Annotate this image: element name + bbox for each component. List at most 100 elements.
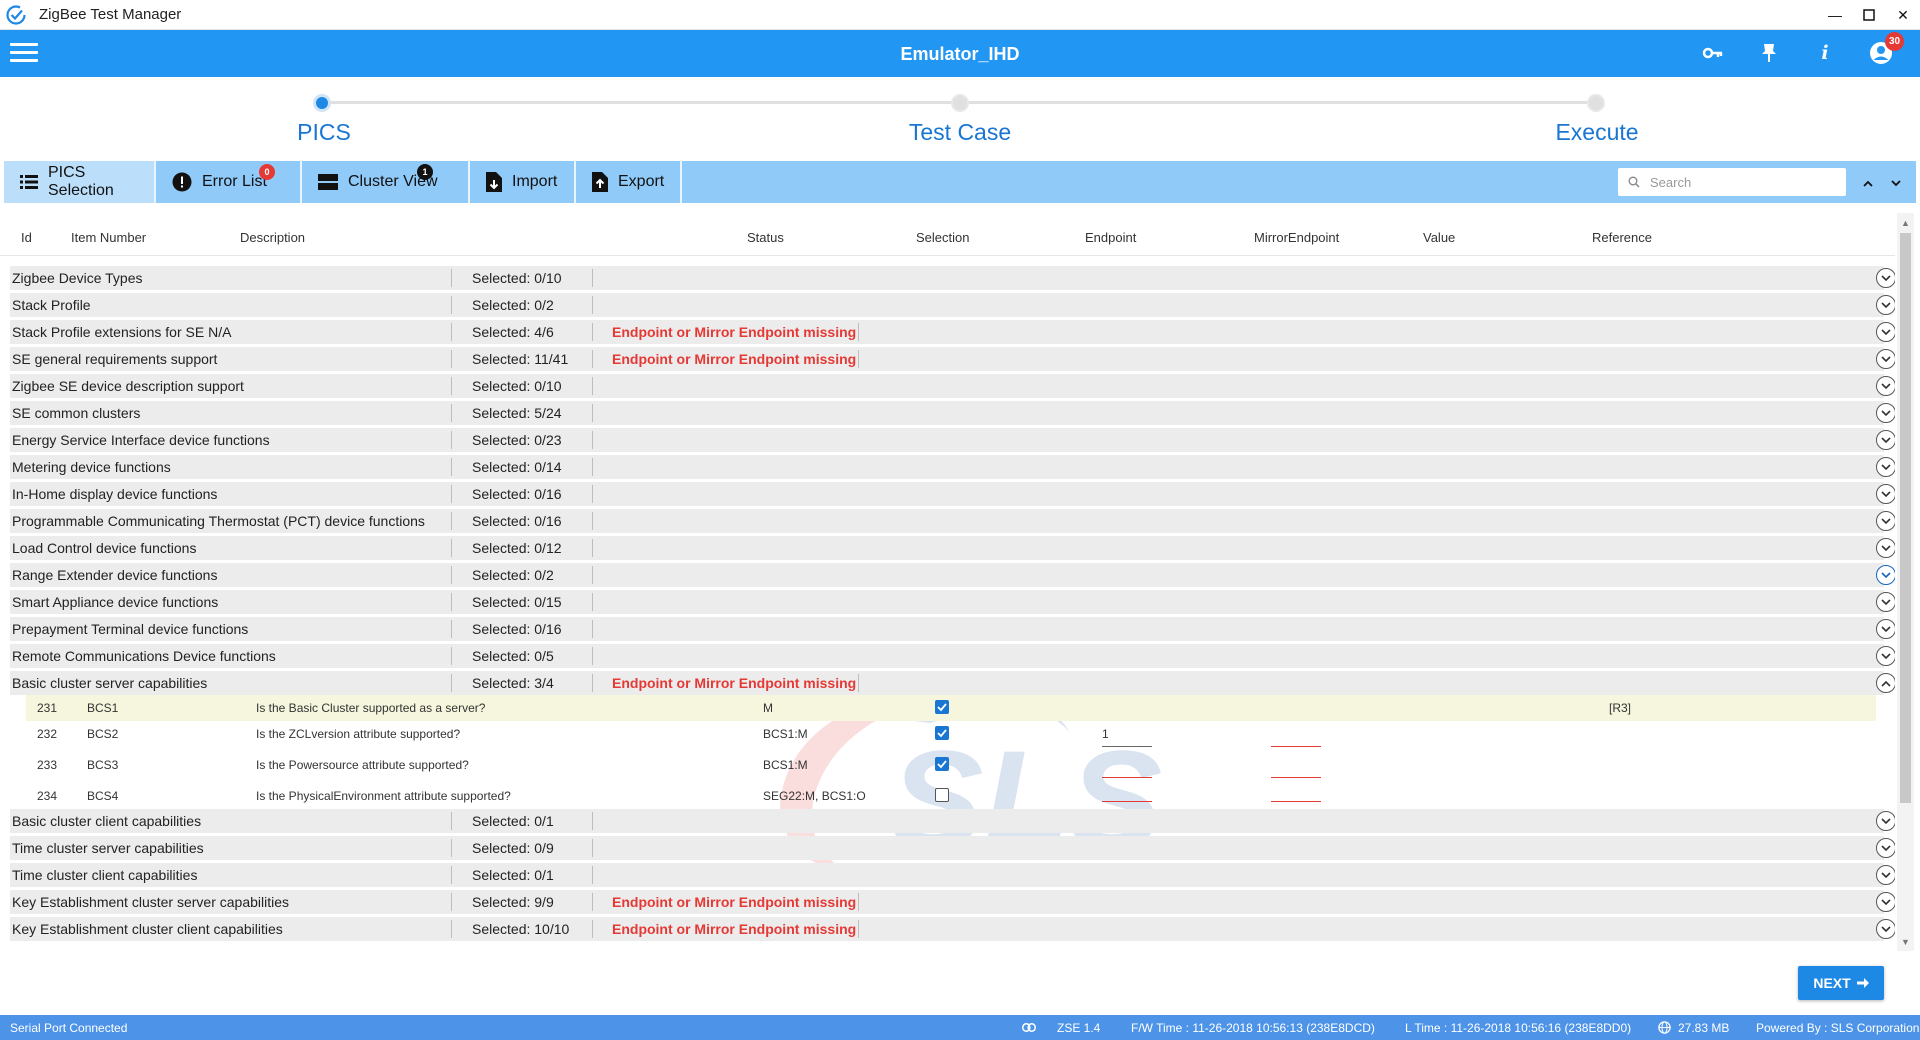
step-dot-test-case[interactable]: [951, 94, 969, 112]
pin-icon[interactable]: [1756, 40, 1782, 66]
group-row[interactable]: Basic cluster server capabilities Selecte…: [10, 671, 1895, 695]
unchecked-checkbox[interactable]: [935, 788, 949, 802]
expand-chevron-down-icon[interactable]: [1876, 811, 1895, 831]
group-row[interactable]: Smart Appliance device functions Selected…: [10, 590, 1895, 614]
expand-chevron-down-icon[interactable]: [1876, 865, 1895, 885]
expand-chevron-down-icon[interactable]: [1876, 838, 1895, 858]
expand-chevron-down-icon[interactable]: [1876, 430, 1895, 450]
expand-chevron-down-icon[interactable]: [1876, 484, 1895, 504]
next-button[interactable]: NEXT: [1798, 966, 1884, 1000]
expand-chevron-down-icon[interactable]: [1876, 565, 1895, 585]
expand-chevron-down-icon[interactable]: [1876, 268, 1895, 288]
table-scrollbar[interactable]: ▲ ▼: [1897, 213, 1914, 951]
column-divider: [592, 296, 593, 314]
group-row[interactable]: Remote Communications Device functions Se…: [10, 644, 1895, 668]
expand-chevron-down-icon[interactable]: [1876, 592, 1895, 612]
column-description[interactable]: Description: [240, 230, 305, 245]
scroll-down-arrow-icon[interactable]: ▼: [1897, 933, 1914, 950]
column-endpoint[interactable]: Endpoint: [1085, 230, 1136, 245]
scroll-thumb[interactable]: [1900, 233, 1911, 803]
step-label-execute[interactable]: Execute: [1555, 119, 1638, 146]
step-label-test-case[interactable]: Test Case: [909, 119, 1011, 146]
group-row[interactable]: Metering device functions Selected: 0/14: [10, 455, 1895, 479]
search-input[interactable]: [1650, 174, 1830, 190]
group-row[interactable]: SE common clusters Selected: 5/24: [10, 401, 1895, 425]
column-divider: [592, 512, 593, 530]
endpoint-input[interactable]: 1: [1102, 727, 1109, 741]
maximize-button[interactable]: [1852, 0, 1886, 30]
pics-item-row[interactable]: 232 BCS2 Is the ZCLversion attribute suppo…: [26, 721, 1876, 752]
mirror-endpoint-underline[interactable]: [1271, 777, 1321, 778]
step-dot-execute[interactable]: [1587, 94, 1605, 112]
group-row[interactable]: Zigbee Device Types Selected: 0/10: [10, 266, 1895, 290]
group-row[interactable]: Key Establishment cluster server capabil…: [10, 890, 1895, 914]
mirror-endpoint-underline[interactable]: [1271, 801, 1321, 802]
step-label-pics[interactable]: PICS: [297, 119, 351, 146]
group-row[interactable]: Prepayment Terminal device functions Sele…: [10, 617, 1895, 641]
column-item-number[interactable]: Item Number: [71, 230, 146, 245]
expand-chevron-down-icon[interactable]: [1876, 403, 1895, 423]
pics-item-row[interactable]: 233 BCS3 Is the Powersource attribute supp…: [26, 752, 1876, 783]
group-row[interactable]: Time cluster client capabilities Selected…: [10, 863, 1895, 887]
column-reference[interactable]: Reference: [1592, 230, 1652, 245]
group-row[interactable]: Energy Service Interface device function…: [10, 428, 1895, 452]
group-row[interactable]: Time cluster server capabilities Selected…: [10, 836, 1895, 860]
account-icon[interactable]: 30: [1868, 32, 1904, 66]
expand-chevron-down-icon[interactable]: [1876, 619, 1895, 639]
expand-chevron-down-icon[interactable]: [1876, 919, 1895, 939]
search-box[interactable]: [1618, 168, 1846, 196]
expand-chevron-down-icon[interactable]: [1876, 376, 1895, 396]
column-status[interactable]: Status: [747, 230, 784, 245]
scroll-up-arrow-icon[interactable]: ▲: [1897, 214, 1914, 231]
column-divider: [451, 512, 452, 530]
column-mirror-endpoint[interactable]: MirrorEndpoint: [1254, 230, 1339, 245]
import-button[interactable]: Import: [470, 161, 576, 203]
group-row[interactable]: Zigbee SE device description support Sele…: [10, 374, 1895, 398]
group-row[interactable]: Stack Profile extensions for SE N/A Selec…: [10, 320, 1895, 344]
cluster-view-button[interactable]: Cluster View 1: [302, 161, 470, 203]
group-row[interactable]: Stack Profile Selected: 0/2: [10, 293, 1895, 317]
pics-selection-button[interactable]: PICS Selection: [4, 161, 156, 203]
expand-chevron-down-icon[interactable]: [1876, 322, 1895, 342]
expand-chevron-down-icon[interactable]: [1876, 538, 1895, 558]
error-list-button[interactable]: Error List 0: [156, 161, 302, 203]
chevron-down-icon[interactable]: [1886, 173, 1906, 193]
checked-checkbox[interactable]: [935, 700, 949, 714]
pics-item-row[interactable]: 234 BCS4 Is the PhysicalEnvironment attrib…: [26, 783, 1876, 807]
group-row[interactable]: SE general requirements support Selected:…: [10, 347, 1895, 371]
column-value[interactable]: Value: [1423, 230, 1455, 245]
group-error-message: Endpoint or Mirror Endpoint missing: [612, 675, 857, 691]
mirror-endpoint-underline[interactable]: [1271, 746, 1321, 747]
column-id[interactable]: Id: [21, 230, 32, 245]
minimize-button[interactable]: —: [1818, 0, 1852, 30]
group-row[interactable]: Key Establishment cluster client capabil…: [10, 917, 1895, 941]
collapse-chevron-up-icon[interactable]: [1876, 673, 1895, 693]
group-row[interactable]: In-Home display device functions Selected…: [10, 482, 1895, 506]
expand-chevron-down-icon[interactable]: [1876, 511, 1895, 531]
close-button[interactable]: ✕: [1886, 0, 1920, 30]
info-icon[interactable]: i: [1812, 40, 1838, 66]
chevron-up-icon[interactable]: [1858, 173, 1878, 193]
column-divider: [592, 674, 593, 692]
group-row[interactable]: Load Control device functions Selected: 0…: [10, 536, 1895, 560]
notification-badge: 30: [1885, 32, 1904, 51]
column-divider: [592, 431, 593, 449]
checked-checkbox[interactable]: [935, 726, 949, 740]
group-selected-count: Selected: 4/6: [472, 324, 554, 340]
expand-chevron-down-icon[interactable]: [1876, 457, 1895, 477]
key-icon[interactable]: [1700, 40, 1726, 66]
group-selected-count: Selected: 0/5: [472, 648, 554, 664]
group-row[interactable]: Programmable Communicating Thermostat (P…: [10, 509, 1895, 533]
pics-item-row[interactable]: 231 BCS1 Is the Basic Cluster supported as…: [26, 695, 1876, 721]
column-divider: [592, 377, 593, 395]
expand-chevron-down-icon[interactable]: [1876, 295, 1895, 315]
expand-chevron-down-icon[interactable]: [1876, 892, 1895, 912]
expand-chevron-down-icon[interactable]: [1876, 646, 1895, 666]
checked-checkbox[interactable]: [935, 757, 949, 771]
expand-chevron-down-icon[interactable]: [1876, 349, 1895, 369]
step-dot-pics[interactable]: [313, 94, 331, 112]
export-button[interactable]: Export: [576, 161, 682, 203]
column-selection[interactable]: Selection: [916, 230, 969, 245]
group-row[interactable]: Range Extender device functions Selected:…: [10, 563, 1895, 587]
group-row[interactable]: Basic cluster client capabilities Selecte…: [10, 809, 1895, 833]
